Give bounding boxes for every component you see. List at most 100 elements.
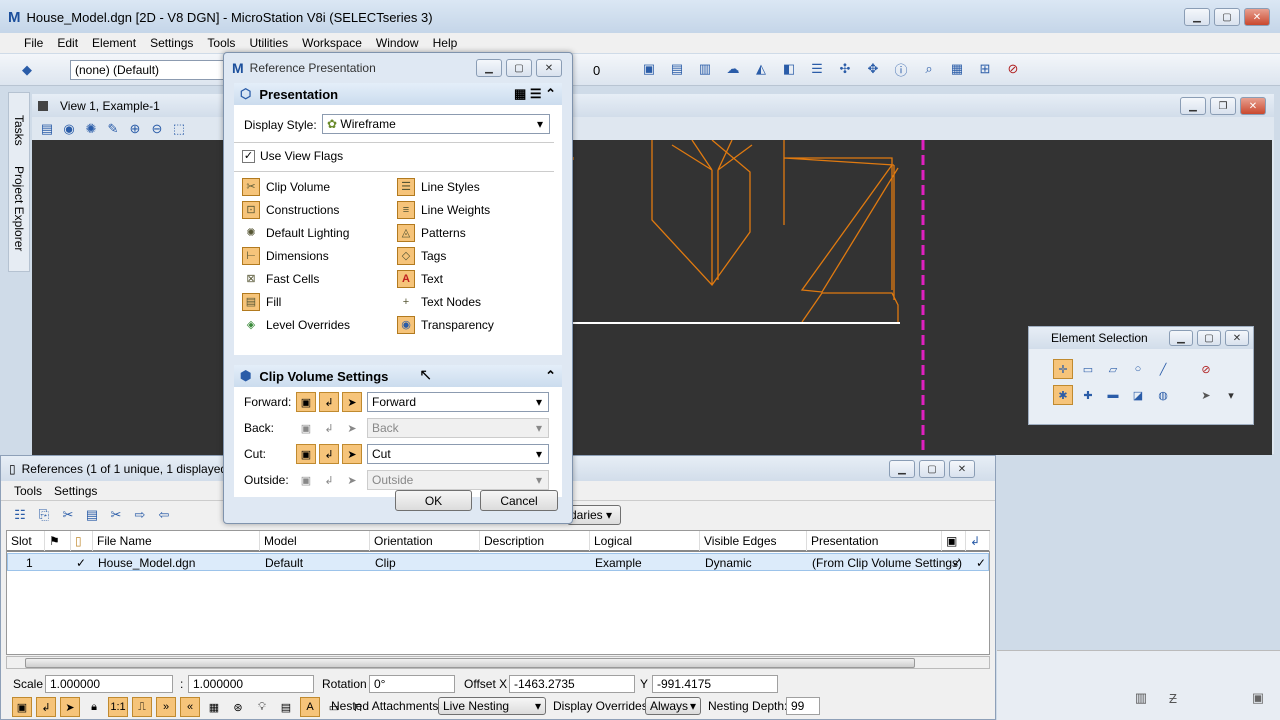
view-attributes-icon[interactable]: ▤ bbox=[38, 120, 56, 138]
display-toggle-icon[interactable]: ▣ bbox=[296, 470, 316, 490]
boundaries-combo[interactable]: daries ▾ bbox=[567, 505, 621, 525]
scale-lines-icon[interactable]: ⎍ bbox=[132, 697, 152, 717]
update-view-icon[interactable]: ✎ bbox=[104, 120, 122, 138]
select-all-icon[interactable]: ◍ bbox=[1153, 385, 1173, 405]
search-icon[interactable]: ⌕ bbox=[920, 60, 938, 78]
col-clip-icon[interactable]: ▣ bbox=[942, 531, 966, 551]
menu-workspace[interactable]: Workspace bbox=[302, 36, 362, 50]
refs-menu-settings[interactable]: Settings bbox=[54, 484, 97, 498]
outside-select[interactable]: Outside ▾ bbox=[367, 470, 549, 490]
add-mode-icon[interactable]: ✚ bbox=[1078, 385, 1098, 405]
flag-constructions[interactable]: ⊡ Constructions bbox=[242, 198, 350, 221]
display-toggle-icon[interactable]: ▣ bbox=[296, 418, 316, 438]
grid-icon[interactable]: ⊞ bbox=[976, 60, 994, 78]
refs-restore-button[interactable]: ▢ bbox=[919, 460, 945, 478]
menu-window[interactable]: Window bbox=[376, 36, 419, 50]
close-button[interactable]: ✕ bbox=[1244, 8, 1270, 26]
flag-transparency[interactable]: ◉ Transparency bbox=[397, 313, 494, 336]
es-close-button[interactable]: ✕ bbox=[1225, 330, 1249, 346]
scale-reference-input[interactable]: 1.000000 bbox=[188, 675, 314, 693]
move-reference-icon[interactable]: ⇨ bbox=[131, 506, 149, 524]
rotation-input[interactable]: 0° bbox=[369, 675, 455, 693]
offset-y-input[interactable]: -991.4175 bbox=[652, 675, 778, 693]
levels-icon[interactable]: ☰ bbox=[808, 60, 826, 78]
display-toggle-icon[interactable]: ▣ bbox=[296, 392, 316, 412]
circle-select-icon[interactable]: ○ bbox=[1128, 359, 1148, 379]
scroll-thumb[interactable] bbox=[25, 658, 915, 668]
cut-select[interactable]: Cut ▾ bbox=[367, 444, 549, 464]
save-icon[interactable]: ▥ bbox=[1132, 689, 1150, 707]
active-level-combo[interactable]: (none) (Default) bbox=[70, 60, 230, 80]
lighting-icon[interactable]: 💡︎ bbox=[252, 697, 272, 717]
col-flag-icon[interactable]: ⚑ bbox=[45, 531, 71, 551]
col-visible-edges[interactable]: Visible Edges bbox=[700, 531, 807, 551]
table-row[interactable]: 1 ✓ House_Model.dgn Default Clip Example… bbox=[7, 553, 989, 571]
window-area-icon[interactable]: ⬚ bbox=[170, 120, 188, 138]
flag-text[interactable]: A Text bbox=[397, 267, 494, 290]
level-icon[interactable]: ▤ bbox=[276, 697, 296, 717]
detach-reference-icon[interactable]: ✂ bbox=[59, 506, 77, 524]
refs-close-button[interactable]: ✕ bbox=[949, 460, 975, 478]
menu-settings[interactable]: Settings bbox=[150, 36, 193, 50]
menu-tools[interactable]: Tools bbox=[207, 36, 235, 50]
locate-toggle-icon[interactable]: ➤ bbox=[342, 470, 362, 490]
clip-reference-icon[interactable]: ✂ bbox=[107, 506, 125, 524]
line-style-icon[interactable]: A bbox=[300, 697, 320, 717]
references-icon[interactable]: ▥ bbox=[696, 60, 714, 78]
cell-display[interactable]: ✓ bbox=[72, 554, 86, 572]
view-restore-button[interactable]: ❐ bbox=[1210, 97, 1236, 115]
treat-as-element-icon[interactable]: » bbox=[156, 697, 176, 717]
cancel-button[interactable]: Cancel bbox=[480, 490, 558, 511]
invert-mode-icon[interactable]: ◪ bbox=[1128, 385, 1148, 405]
undo-history-icon[interactable]: Ƶ bbox=[1164, 689, 1182, 707]
snap-toggle-icon[interactable]: ↲ bbox=[319, 392, 339, 412]
menu-help[interactable]: Help bbox=[433, 36, 458, 50]
col-display-icon[interactable]: ▯ bbox=[71, 531, 93, 551]
col-description[interactable]: Description bbox=[480, 531, 590, 551]
flag-tags[interactable]: ◇ Tags bbox=[397, 244, 494, 267]
flag-clip-volume[interactable]: ✂ Clip Volume bbox=[242, 175, 350, 198]
locate-toggle-icon[interactable]: ➤ bbox=[342, 418, 362, 438]
view-attributes-icon[interactable]: ▣ bbox=[640, 60, 658, 78]
ignore-attachment-icon[interactable]: « bbox=[180, 697, 200, 717]
scale-master-input[interactable]: 1.000000 bbox=[45, 675, 173, 693]
raster-icon[interactable]: ☁ bbox=[724, 60, 742, 78]
shape-select-icon[interactable]: ▱ bbox=[1103, 359, 1123, 379]
line-select-icon[interactable]: ╱ bbox=[1153, 359, 1173, 379]
dialog-close-button[interactable]: ✕ bbox=[536, 59, 562, 77]
level-manager-icon[interactable]: ◆ bbox=[18, 61, 36, 79]
snap-toggle-icon[interactable]: ↲ bbox=[319, 470, 339, 490]
dialog-minimize-button[interactable]: ▁ bbox=[476, 59, 502, 77]
materials-icon[interactable]: ◧ bbox=[780, 60, 798, 78]
col-snap-icon[interactable]: ↲ bbox=[966, 531, 990, 551]
info-icon[interactable]: ⓘ bbox=[892, 60, 910, 78]
snap-icon[interactable]: ✣ bbox=[836, 60, 854, 78]
refs-menu-tools[interactable]: Tools bbox=[14, 484, 42, 498]
col-presentation[interactable]: Presentation bbox=[807, 531, 942, 551]
locate-toggle-icon[interactable]: ➤ bbox=[342, 444, 362, 464]
display-toggle-icon[interactable]: ▣ bbox=[12, 697, 32, 717]
cell-clip[interactable]: ✓ bbox=[948, 554, 962, 572]
global-lineStyle-icon[interactable]: ⊛ bbox=[228, 697, 248, 717]
col-slot[interactable]: Slot bbox=[7, 531, 45, 551]
clip-volume-section-header[interactable]: ⬢ Clip Volume Settings ⌃ bbox=[234, 365, 562, 387]
dialog-restore-button[interactable]: ▢ bbox=[506, 59, 532, 77]
snap-toggle-icon[interactable]: ↲ bbox=[319, 418, 339, 438]
flag-fill[interactable]: ▤ Fill bbox=[242, 290, 350, 313]
lock-icon[interactable]: 🔒︎ bbox=[84, 697, 104, 717]
zoom-out-icon[interactable]: ⊖ bbox=[148, 120, 166, 138]
project-explorer-tab[interactable]: Project Explorer bbox=[12, 166, 26, 251]
use-view-flags-checkbox[interactable]: ✓ bbox=[242, 149, 255, 163]
flag-default-lighting[interactable]: ✺ Default Lighting bbox=[242, 221, 350, 244]
horizontal-scrollbar[interactable] bbox=[6, 656, 990, 669]
more-dropdown-icon[interactable]: ▾ bbox=[1221, 385, 1241, 405]
flag-text-nodes[interactable]: + Text Nodes bbox=[397, 290, 494, 313]
lighting-icon[interactable]: ✺ bbox=[82, 120, 100, 138]
col-orientation[interactable]: Orientation bbox=[370, 531, 480, 551]
menu-utilities[interactable]: Utilities bbox=[249, 36, 288, 50]
es-restore-button[interactable]: ▢ bbox=[1197, 330, 1221, 346]
refs-minimize-button[interactable]: ▁ bbox=[889, 460, 915, 478]
display-style-icon[interactable]: ◉ bbox=[60, 120, 78, 138]
zoom-in-icon[interactable]: ⊕ bbox=[126, 120, 144, 138]
message-center-icon[interactable]: ▣ bbox=[1249, 689, 1267, 707]
